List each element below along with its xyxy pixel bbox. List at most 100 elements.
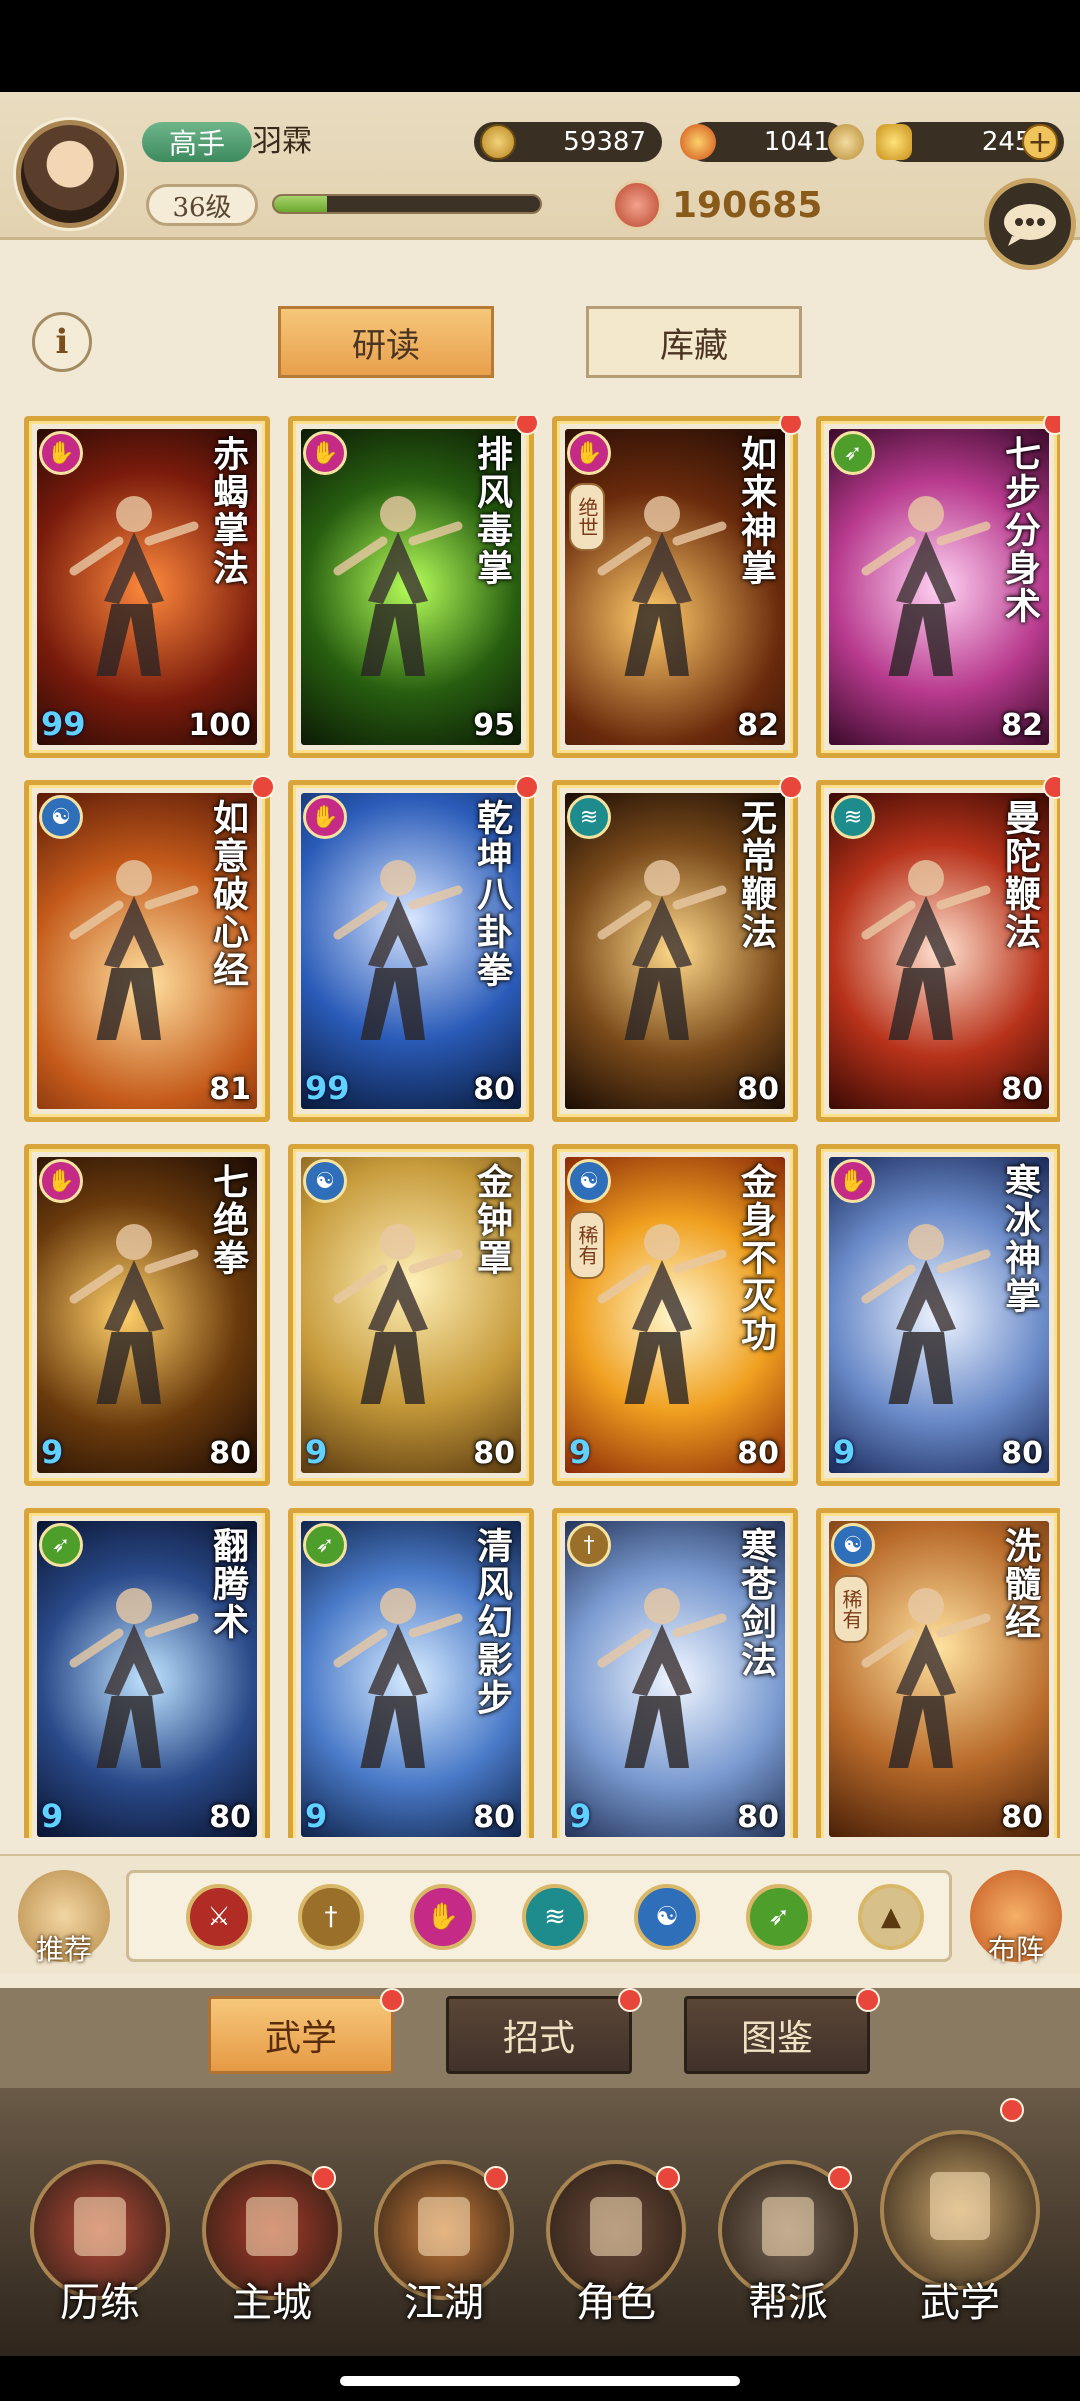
nav-character-notice [656, 2166, 680, 2190]
skill-card-mark: 9 [305, 1797, 328, 1835]
skill-card[interactable]: ☯ 金钟罩 9 80 [288, 1144, 534, 1486]
skill-card-level: 95 [473, 708, 515, 743]
chat-button[interactable] [984, 178, 1076, 270]
skill-card[interactable]: ✋ 排风毒掌 95 [288, 416, 539, 758]
nav-martial-arts[interactable] [880, 2130, 1040, 2290]
combat-power-value: 190685 [672, 184, 823, 226]
martial-artist-figure [597, 1588, 727, 1768]
rarity-tag: 稀有 [569, 1211, 605, 1279]
hidden-weapon-icon[interactable]: ▲ [858, 1884, 924, 1950]
player-avatar[interactable] [16, 120, 124, 228]
info-button[interactable]: i [32, 312, 92, 372]
formation-button[interactable]: 布阵 [970, 1870, 1062, 1966]
palm-type-icon: ✋ [303, 795, 347, 839]
skill-card-notice-dot [515, 775, 539, 799]
character-icon [589, 2197, 643, 2257]
skill-card[interactable]: ☯ 稀有 金身不灭功 9 80 [552, 1144, 798, 1486]
skill-card-name: 金钟罩 [471, 1163, 513, 1277]
add-gold-icon[interactable]: + [1022, 124, 1058, 160]
skill-card-name: 如意破心经 [207, 799, 249, 989]
skill-card[interactable]: ≋ 无常鞭法 80 [552, 775, 803, 1122]
palm-icon[interactable]: ✋ [410, 1884, 476, 1950]
skill-card[interactable]: ☯ 稀有 洗髓经 80 [816, 1508, 1060, 1838]
subtab-wuxue-notice [380, 1988, 404, 2012]
martial-artist-figure [861, 1588, 991, 1768]
skill-card[interactable]: ✋ 乾坤八卦拳 99 80 [288, 775, 539, 1122]
skill-card-name: 寒苍剑法 [735, 1527, 777, 1679]
skill-card-mark: 9 [833, 1433, 856, 1471]
skill-card[interactable]: ✋ 绝世 如来神掌 82 [552, 416, 803, 758]
skill-card-mark: 9 [569, 1797, 592, 1835]
rarity-tag: 稀有 [833, 1575, 869, 1643]
player-name: 羽霖 [252, 124, 312, 159]
skill-card[interactable]: ✋ 赤蝎掌法 99 100 [24, 416, 270, 758]
martial-artist-figure [597, 496, 727, 676]
nav-jianghu-label: 江湖 [404, 2280, 484, 2326]
inner-type-icon: ☯ [567, 1159, 611, 1203]
whip-icon[interactable]: ≋ [522, 1884, 588, 1950]
skill-card-notice-dot [779, 416, 803, 435]
combat-power: 190685 [612, 180, 822, 230]
skill-card[interactable]: ➶ 清风幻影步 9 80 [288, 1508, 534, 1838]
formation-label: 布阵 [987, 1933, 1044, 1966]
stamina-flame-icon [680, 124, 716, 160]
recommend-button[interactable]: 推荐 [18, 1870, 110, 1966]
coin-stack-icon[interactable] [828, 124, 864, 160]
skill-card[interactable]: ➶ 翻腾术 9 80 [24, 1508, 270, 1838]
skill-card[interactable]: ➶ 七步分身术 82 [816, 416, 1060, 758]
skill-card-notice-dot [515, 416, 539, 435]
skill-card-notice-dot [1043, 775, 1060, 799]
status-bar [0, 0, 1080, 92]
skill-card-level: 100 [188, 708, 251, 743]
chat-bubble-icon [1004, 204, 1056, 246]
skill-card-level: 80 [1001, 1436, 1043, 1471]
home-indicator[interactable] [340, 2376, 740, 2386]
tab-read[interactable]: 研读 [278, 306, 494, 378]
blade-icon[interactable]: ⚔ [186, 1884, 252, 1950]
nav-guild-label: 帮派 [748, 2280, 828, 2326]
jianghu-icon [417, 2197, 471, 2257]
xp-fill [274, 196, 328, 212]
skill-card[interactable]: ✋ 七绝拳 9 80 [24, 1144, 270, 1486]
inner-type-icon: ☯ [39, 795, 83, 839]
skill-card-level: 80 [737, 1072, 779, 1107]
skill-card-level: 80 [209, 1800, 251, 1835]
skill-card-name: 乾坤八卦拳 [471, 799, 513, 989]
skill-card-level: 82 [1001, 708, 1043, 743]
xp-bar [272, 194, 542, 214]
skill-card-name: 排风毒掌 [471, 435, 513, 587]
martial-artist-figure [333, 860, 463, 1040]
agility-type-icon: ➶ [39, 1523, 83, 1567]
skill-card-name: 七步分身术 [999, 435, 1041, 625]
martial-artist-figure [861, 496, 991, 676]
martial-arts-scroll-icon [929, 2172, 991, 2241]
skill-card-name: 七绝拳 [207, 1163, 249, 1277]
agility-type-icon: ➶ [303, 1523, 347, 1567]
martial-artist-figure [69, 1588, 199, 1768]
training-icon [73, 2197, 127, 2257]
skill-card-name: 寒冰神掌 [999, 1163, 1041, 1315]
skill-card-level: 80 [737, 1800, 779, 1835]
skill-card-notice-dot [251, 775, 275, 799]
skill-card-name: 翻腾术 [207, 1527, 249, 1641]
skill-card-level: 80 [1001, 1800, 1043, 1835]
skill-card[interactable]: ☯ 如意破心经 81 [24, 775, 275, 1122]
subtab-wuxue[interactable]: 武学 [208, 1996, 394, 2074]
martial-artist-figure [69, 860, 199, 1040]
skill-card-name: 如来神掌 [735, 435, 777, 587]
martial-artist-figure [333, 496, 463, 676]
skill-card[interactable]: ≋ 曼陀鞭法 80 [816, 775, 1060, 1122]
skill-card-mark: 9 [305, 1433, 328, 1471]
skill-card-level: 80 [209, 1436, 251, 1471]
nav-main-city-label: 主城 [232, 2280, 312, 2326]
skill-card-level: 80 [473, 1436, 515, 1471]
agility-icon[interactable]: ➶ [746, 1884, 812, 1950]
tab-storage[interactable]: 库藏 [586, 306, 802, 378]
skill-card[interactable]: ✋ 寒冰神掌 9 80 [816, 1144, 1060, 1486]
subtab-tujian[interactable]: 图鉴 [684, 1996, 870, 2074]
inner-icon[interactable]: ☯ [634, 1884, 700, 1950]
skill-card[interactable]: † 寒苍剑法 9 80 [552, 1508, 798, 1838]
sword-icon[interactable]: † [298, 1884, 364, 1950]
subtab-zhaoshi[interactable]: 招式 [446, 1996, 632, 2074]
skill-card-name: 无常鞭法 [735, 799, 777, 951]
